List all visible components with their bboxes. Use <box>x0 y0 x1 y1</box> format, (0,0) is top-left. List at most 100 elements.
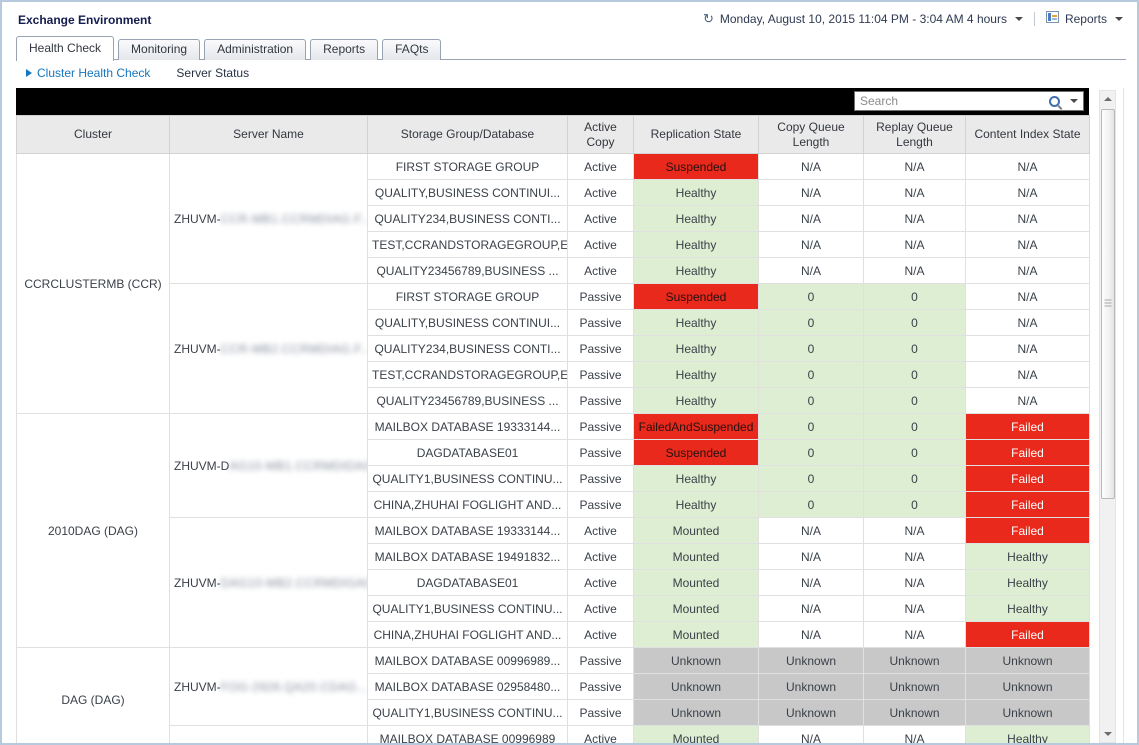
column-header-copy-queue[interactable]: Copy Queue Length <box>759 116 864 154</box>
content-index-cell[interactable]: N/A <box>966 232 1090 258</box>
copy-queue-cell[interactable]: Unknown <box>759 700 864 726</box>
copy-queue-cell[interactable]: Unknown <box>759 648 864 674</box>
replay-queue-cell[interactable]: 0 <box>864 388 966 414</box>
search-icon[interactable] <box>1049 96 1060 107</box>
replay-queue-cell[interactable]: 0 <box>864 310 966 336</box>
replication-state-cell[interactable]: Healthy <box>634 466 759 492</box>
content-index-cell[interactable]: N/A <box>966 388 1090 414</box>
content-index-cell[interactable]: Failed <box>966 622 1090 648</box>
search-input[interactable] <box>855 94 1049 108</box>
replication-state-cell[interactable]: Healthy <box>634 232 759 258</box>
replication-state-cell[interactable]: Healthy <box>634 310 759 336</box>
content-index-cell[interactable]: Failed <box>966 518 1090 544</box>
copy-queue-cell[interactable]: N/A <box>759 154 864 180</box>
content-index-cell[interactable]: N/A <box>966 154 1090 180</box>
content-index-cell[interactable]: Healthy <box>966 544 1090 570</box>
replay-queue-cell[interactable]: Unknown <box>864 674 966 700</box>
copy-queue-cell[interactable]: 0 <box>759 362 864 388</box>
copy-queue-cell[interactable]: 0 <box>759 336 864 362</box>
replay-queue-cell[interactable]: N/A <box>864 206 966 232</box>
column-header-storage-group[interactable]: Storage Group/Database <box>368 116 568 154</box>
replay-queue-cell[interactable]: 0 <box>864 466 966 492</box>
column-header-replay-queue[interactable]: Replay Queue Length <box>864 116 966 154</box>
replication-state-cell[interactable]: Unknown <box>634 700 759 726</box>
replay-queue-cell[interactable]: N/A <box>864 180 966 206</box>
column-header-content-index[interactable]: Content Index State <box>966 116 1090 154</box>
content-index-cell[interactable]: Unknown <box>966 700 1090 726</box>
content-index-cell[interactable]: Failed <box>966 466 1090 492</box>
replay-queue-cell[interactable]: N/A <box>864 232 966 258</box>
replication-state-cell[interactable]: Healthy <box>634 492 759 518</box>
scrollbar-thumb[interactable] <box>1101 109 1115 499</box>
copy-queue-cell[interactable]: N/A <box>759 232 864 258</box>
column-header-cluster[interactable]: Cluster <box>17 116 170 154</box>
copy-queue-cell[interactable]: 0 <box>759 310 864 336</box>
replay-queue-cell[interactable]: 0 <box>864 284 966 310</box>
copy-queue-cell[interactable]: N/A <box>759 258 864 284</box>
search-options-chevron-icon[interactable] <box>1070 99 1078 103</box>
copy-queue-cell[interactable]: 0 <box>759 388 864 414</box>
replay-queue-cell[interactable]: 0 <box>864 336 966 362</box>
replication-state-cell[interactable]: Healthy <box>634 258 759 284</box>
replication-state-cell[interactable]: Suspended <box>634 284 759 310</box>
replay-queue-cell[interactable]: N/A <box>864 258 966 284</box>
content-index-cell[interactable]: Failed <box>966 492 1090 518</box>
replay-queue-cell[interactable]: 0 <box>864 414 966 440</box>
replay-queue-cell[interactable]: 0 <box>864 440 966 466</box>
replay-queue-cell[interactable]: N/A <box>864 544 966 570</box>
content-index-cell[interactable]: Healthy <box>966 596 1090 622</box>
tab-administration[interactable]: Administration <box>204 39 306 60</box>
copy-queue-cell[interactable]: N/A <box>759 622 864 648</box>
content-index-cell[interactable]: N/A <box>966 180 1090 206</box>
content-index-cell[interactable]: N/A <box>966 284 1090 310</box>
replication-state-cell[interactable]: Mounted <box>634 622 759 648</box>
replication-state-cell[interactable]: Healthy <box>634 336 759 362</box>
copy-queue-cell[interactable]: 0 <box>759 284 864 310</box>
content-index-cell[interactable]: N/A <box>966 362 1090 388</box>
replication-state-cell[interactable]: Unknown <box>634 648 759 674</box>
vertical-scrollbar[interactable] <box>1099 90 1116 743</box>
column-header-replication-state[interactable]: Replication State <box>634 116 759 154</box>
replication-state-cell[interactable]: Healthy <box>634 362 759 388</box>
replication-state-cell[interactable]: Healthy <box>634 206 759 232</box>
content-index-cell[interactable]: Unknown <box>966 648 1090 674</box>
content-index-cell[interactable]: Failed <box>966 440 1090 466</box>
replication-state-cell[interactable]: Mounted <box>634 544 759 570</box>
search-box[interactable] <box>854 91 1084 111</box>
tab-reports[interactable]: Reports <box>310 39 378 60</box>
scroll-down-button[interactable] <box>1100 726 1115 742</box>
copy-queue-cell[interactable]: N/A <box>759 570 864 596</box>
copy-queue-cell[interactable]: N/A <box>759 726 864 745</box>
content-index-cell[interactable]: N/A <box>966 258 1090 284</box>
replication-state-cell[interactable]: Suspended <box>634 440 759 466</box>
content-index-cell[interactable]: Failed <box>966 414 1090 440</box>
copy-queue-cell[interactable]: 0 <box>759 492 864 518</box>
replication-state-cell[interactable]: Mounted <box>634 596 759 622</box>
copy-queue-cell[interactable]: 0 <box>759 440 864 466</box>
replication-state-cell[interactable]: Healthy <box>634 388 759 414</box>
replication-state-cell[interactable]: Healthy <box>634 180 759 206</box>
replay-queue-cell[interactable]: N/A <box>864 726 966 745</box>
replication-state-cell[interactable]: Mounted <box>634 726 759 745</box>
replay-queue-cell[interactable]: N/A <box>864 518 966 544</box>
replication-state-cell[interactable]: Suspended <box>634 154 759 180</box>
copy-queue-cell[interactable]: N/A <box>759 180 864 206</box>
content-index-cell[interactable]: N/A <box>966 336 1090 362</box>
copy-queue-cell[interactable]: 0 <box>759 466 864 492</box>
content-index-cell[interactable]: N/A <box>966 310 1090 336</box>
replay-queue-cell[interactable]: 0 <box>864 362 966 388</box>
reports-menu[interactable]: Reports <box>1065 12 1107 26</box>
replay-queue-cell[interactable]: N/A <box>864 622 966 648</box>
chevron-down-icon[interactable] <box>1015 17 1023 21</box>
replication-state-cell[interactable]: Mounted <box>634 518 759 544</box>
replay-queue-cell[interactable]: N/A <box>864 154 966 180</box>
scroll-up-button[interactable] <box>1100 91 1115 107</box>
copy-queue-cell[interactable]: N/A <box>759 206 864 232</box>
content-index-cell[interactable]: Healthy <box>966 570 1090 596</box>
subnav-server-status[interactable]: Server Status <box>176 66 249 80</box>
copy-queue-cell[interactable]: N/A <box>759 596 864 622</box>
replay-queue-cell[interactable]: 0 <box>864 492 966 518</box>
tab-monitoring[interactable]: Monitoring <box>118 39 200 60</box>
replication-state-cell[interactable]: FailedAndSuspended <box>634 414 759 440</box>
copy-queue-cell[interactable]: Unknown <box>759 674 864 700</box>
